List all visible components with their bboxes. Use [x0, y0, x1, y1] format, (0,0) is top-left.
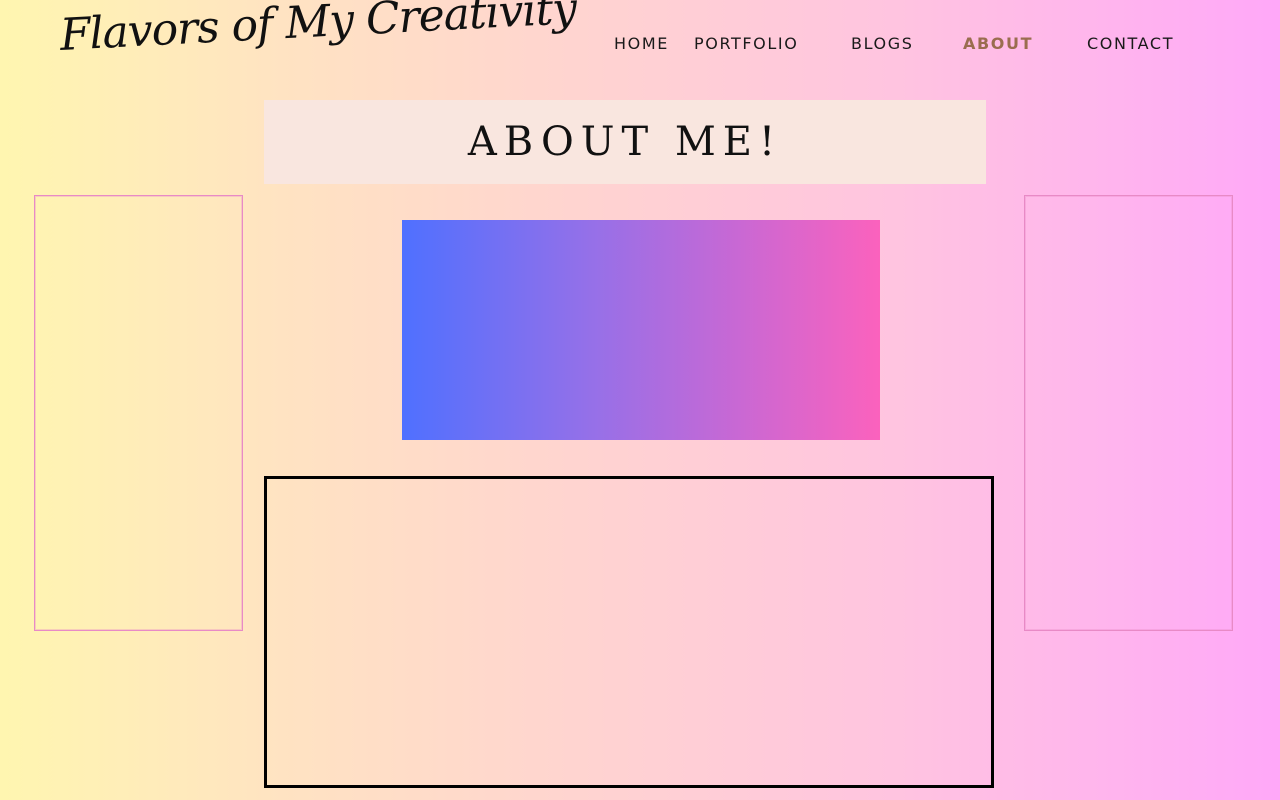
page-title-box: ABOUT ME! [264, 100, 986, 184]
main-nav: HOME PORTFOLIO BLOGS ABOUT CONTACT [0, 0, 1280, 90]
about-content-box [264, 476, 994, 788]
nav-item-blogs[interactable]: BLOGS [851, 34, 913, 53]
nav-item-contact[interactable]: CONTACT [1087, 34, 1174, 53]
left-side-panel [34, 195, 243, 631]
right-side-panel [1024, 195, 1233, 631]
page-title: ABOUT ME! [467, 119, 783, 165]
nav-item-home[interactable]: HOME [614, 34, 669, 53]
nav-item-about[interactable]: ABOUT [963, 34, 1033, 53]
gradient-banner [402, 220, 880, 440]
nav-item-portfolio[interactable]: PORTFOLIO [694, 34, 798, 53]
